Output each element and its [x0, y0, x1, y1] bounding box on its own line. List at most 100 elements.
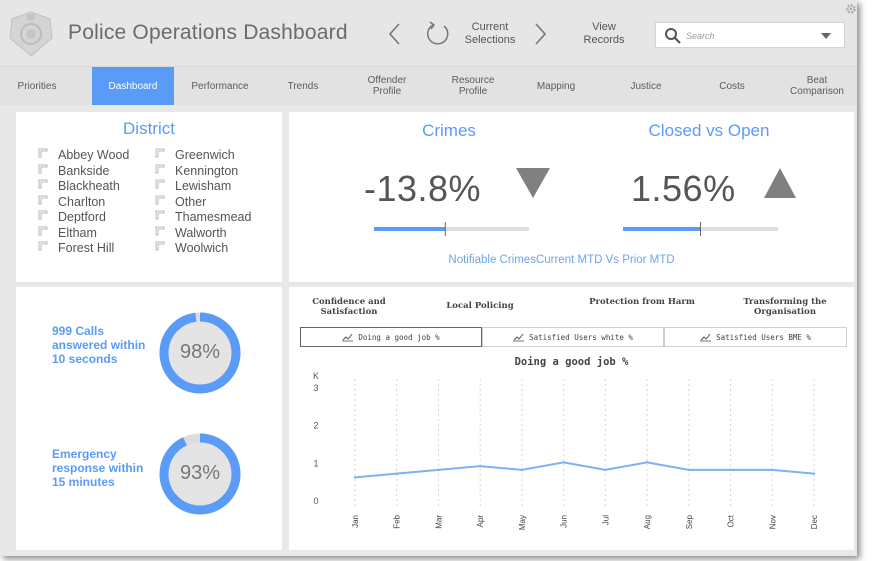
calls-answered-label: 999 Calls answered within 10 seconds	[52, 324, 146, 366]
tab-justice[interactable]: Justice	[617, 67, 675, 105]
data-point	[353, 476, 357, 479]
nav-tabs: Priorities Dashboard Performance Trends …	[0, 66, 857, 105]
subtab-label: Doing a good job %	[358, 332, 440, 342]
district-option-label: Bankside	[58, 163, 110, 178]
checkbox-icon	[155, 210, 165, 220]
district-option-eltham[interactable]: Eltham	[38, 226, 97, 240]
line-chart-icon	[513, 333, 525, 341]
kpi-footnote: Notifiable CrimesCurrent MTD Vs Prior MT…	[448, 254, 675, 266]
current-selections-button[interactable]: Current Selections	[458, 21, 522, 47]
district-option-label: Eltham	[58, 225, 97, 240]
district-option-label: Thamesmead	[175, 210, 252, 224]
district-option-woolwich[interactable]: Woolwich	[155, 241, 228, 255]
search-icon	[665, 28, 681, 44]
district-option-label: Other	[175, 194, 207, 209]
service-levels-panel: 999 Calls answered within 10 seconds 98%…	[16, 287, 282, 550]
district-option-lewisham[interactable]: Lewisham	[155, 179, 231, 193]
crimes-title: Crimes	[422, 121, 476, 140]
x-tick-label: Jun	[560, 515, 569, 528]
dropdown-arrow-icon[interactable]	[820, 32, 832, 40]
district-option-thamesmead[interactable]: Thamesmead	[155, 210, 251, 224]
district-option-kennington[interactable]: Kennington	[155, 164, 238, 178]
search-input[interactable]	[684, 26, 808, 46]
checkbox-icon	[38, 226, 48, 235]
district-option-walworth[interactable]: Walworth	[155, 226, 227, 240]
category-protection-from-harm[interactable]: Protection from Harm	[582, 297, 702, 307]
district-option-label: Lewisham	[175, 179, 232, 193]
district-option-label: Woolwich	[175, 241, 229, 255]
app-title: Police Operations Dashboard	[68, 21, 348, 44]
data-point	[562, 461, 565, 464]
x-tick-label: Mar	[434, 515, 443, 529]
tab-offender-profile[interactable]: Offender Profile	[356, 67, 418, 105]
line-chart-icon	[700, 333, 712, 341]
data-point	[812, 472, 816, 475]
police-badge-logo	[9, 11, 53, 57]
category-local-policing[interactable]: Local Policing	[420, 301, 540, 311]
district-option-label: Forest Hill	[58, 241, 115, 255]
district-option-label: Deptford	[58, 210, 106, 224]
tab-mapping[interactable]: Mapping	[525, 67, 587, 105]
category-transforming-organisation[interactable]: Transforming the Organisation	[725, 297, 845, 317]
district-option-label: Charlton	[58, 194, 106, 209]
district-option-other[interactable]: Other	[155, 195, 206, 209]
crimes-progress-bar	[374, 222, 529, 236]
checkbox-icon	[155, 226, 165, 235]
tab-costs[interactable]: Costs	[704, 67, 760, 105]
data-point	[687, 468, 691, 472]
subtab-satisfied-users-bme[interactable]: Satisfied Users BME %	[664, 327, 847, 347]
subtab-satisfied-users-white[interactable]: Satisfied Users white %	[482, 327, 664, 347]
search-box[interactable]	[655, 22, 845, 48]
data-point	[771, 468, 774, 472]
trend-line-chart: 0 1 2 3 K Jan Feb Mar Apr May Jun Jul Aug Sep Oct Nov De…	[313, 371, 819, 530]
back-chevron-icon[interactable]	[385, 20, 405, 48]
y-tick-label: 1	[313, 458, 318, 468]
tab-beat-comparison[interactable]: Beat Comparison	[782, 67, 852, 105]
crimes-value: -13.8%	[364, 168, 482, 209]
x-tick-label: May	[518, 515, 527, 530]
tab-dashboard[interactable]: Dashboard	[92, 67, 174, 105]
district-option-deptford[interactable]: Deptford	[38, 210, 106, 224]
district-option-charlton[interactable]: Charlton	[38, 195, 105, 209]
checkbox-icon	[155, 148, 165, 158]
view-records-button[interactable]: View Records	[572, 21, 636, 47]
x-tick-label: Aug	[643, 515, 652, 529]
data-point	[437, 468, 440, 472]
subtab-doing-good-job[interactable]: Doing a good job %	[300, 327, 482, 347]
data-point	[729, 468, 732, 472]
emergency-response-value: 93%	[179, 462, 221, 484]
district-option-label: Walworth	[175, 225, 227, 240]
checkbox-icon	[155, 241, 165, 251]
gear-icon[interactable]	[845, 3, 857, 15]
closed-vs-open-title: Closed vs Open	[648, 121, 770, 140]
tab-performance[interactable]: Performance	[180, 67, 260, 105]
data-point	[520, 468, 524, 472]
closed-vs-open-progress-bar	[623, 222, 778, 236]
district-option-greenwich[interactable]: Greenwich	[155, 148, 235, 162]
checkbox-icon	[38, 241, 48, 251]
checkbox-icon	[38, 148, 48, 158]
checkbox-icon	[155, 179, 165, 189]
header-bar: Police Operations Dashboard Current Sele…	[0, 0, 857, 66]
tab-resource-profile[interactable]: Resource Profile	[442, 67, 504, 105]
y-tick-label: 0	[313, 496, 318, 506]
district-option-label: Blackheath	[58, 179, 120, 193]
tab-priorities[interactable]: Priorities	[0, 67, 74, 105]
y-tick-label: 3	[313, 383, 318, 393]
district-option-forest-hill[interactable]: Forest Hill	[38, 241, 114, 255]
checkbox-icon	[155, 195, 165, 204]
checkbox-icon	[155, 164, 165, 173]
district-option-blackheath[interactable]: Blackheath	[38, 179, 120, 193]
y-tick-label: 2	[313, 421, 318, 431]
district-option-label: Kennington	[175, 163, 239, 178]
district-option-bankside[interactable]: Bankside	[38, 164, 109, 178]
series-line	[354, 461, 815, 479]
tab-trends[interactable]: Trends	[272, 67, 334, 105]
district-option-abbey-wood[interactable]: Abbey Wood	[38, 148, 129, 162]
x-tick-label: Apr	[476, 515, 485, 528]
forward-chevron-icon[interactable]	[530, 20, 550, 48]
refresh-icon[interactable]	[424, 20, 452, 48]
calls-answered-value: 98%	[179, 341, 221, 363]
category-confidence-satisfaction[interactable]: Confidence and Satisfaction	[289, 297, 409, 317]
y-unit-label: K	[313, 371, 319, 381]
